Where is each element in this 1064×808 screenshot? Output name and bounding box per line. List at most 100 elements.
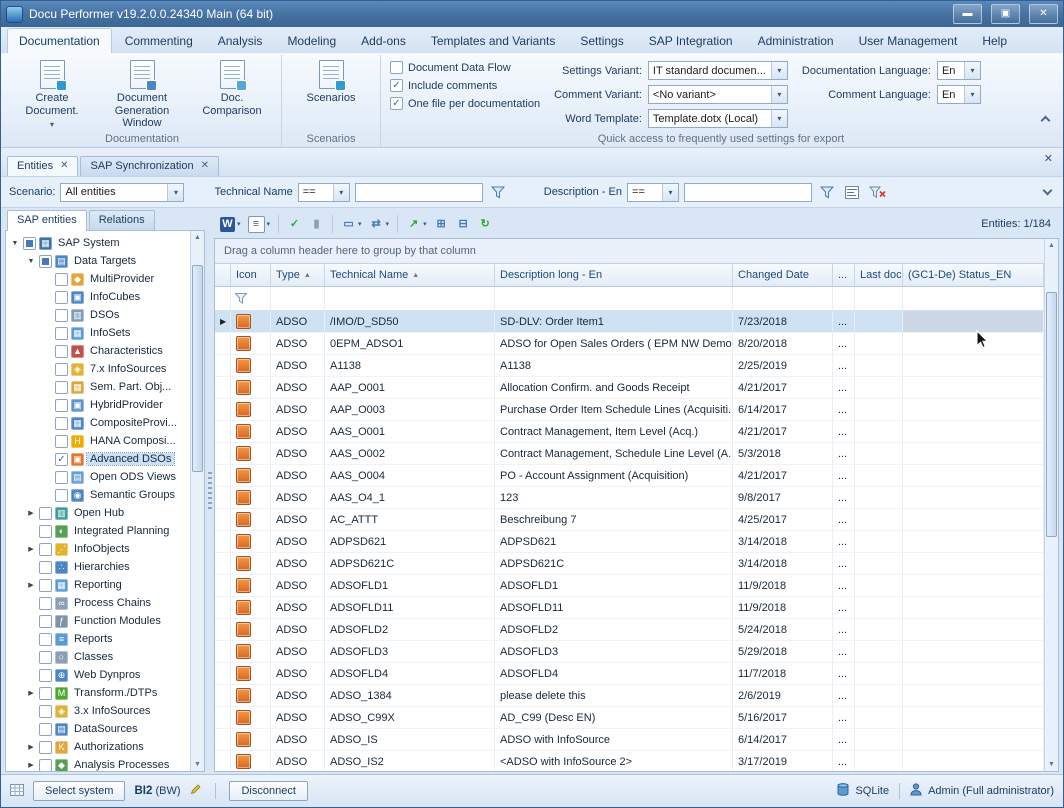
filter-editor-icon[interactable]: [842, 182, 862, 202]
tree-checkbox-unchecked[interactable]: [39, 507, 52, 520]
tree-checkbox-unchecked[interactable]: [39, 723, 52, 736]
checkbox-include-comments[interactable]: ✓Include comments: [390, 79, 540, 92]
tree-checkbox-checked[interactable]: ✓: [55, 453, 68, 466]
doc-comparison-button[interactable]: Doc. Comparison: [188, 56, 276, 131]
scenario-select[interactable]: All entities ▾: [60, 183, 184, 202]
tree-checkbox-unchecked[interactable]: [39, 669, 52, 682]
settings-variant-select[interactable]: IT standard documen...▾: [648, 61, 788, 80]
technical-name-filter-input[interactable]: [355, 183, 483, 202]
table-row-aas-o4-1[interactable]: ADSOAAS_O4_11239/8/2017...: [215, 487, 1044, 509]
checkbox-document-data-flow[interactable]: Document Data Flow: [390, 61, 540, 74]
column-header-icon[interactable]: Icon: [231, 264, 271, 287]
table-row-adsofld4[interactable]: ADSOADSOFLD4ADSOFLD411/7/2018...: [215, 663, 1044, 685]
tree-checkbox-unchecked[interactable]: [39, 615, 52, 628]
disconnect-button[interactable]: Disconnect: [229, 781, 307, 801]
tree-item-hierarchies[interactable]: ∴Hierarchies: [6, 558, 190, 576]
tree-checkbox-unchecked[interactable]: [39, 741, 52, 754]
tree-checkbox-unchecked[interactable]: [55, 273, 68, 286]
tree-checkbox-unchecked[interactable]: [55, 399, 68, 412]
table-row-adso-c99x[interactable]: ADSOADSO_C99XAD_C99 (Desc EN)5/16/2017..…: [215, 707, 1044, 729]
chevron-down-icon[interactable]: ▾: [964, 86, 980, 103]
tree-item-authorizations[interactable]: ▶KAuthorizations: [6, 738, 190, 756]
tree-checkbox-unchecked[interactable]: [39, 525, 52, 538]
tree-checkbox-unchecked[interactable]: [55, 291, 68, 304]
tree-item-process-chains[interactable]: ∞Process Chains: [6, 594, 190, 612]
column-header-status[interactable]: (GC1-De) Status_EN: [903, 264, 1044, 287]
table-row-adso-is[interactable]: ADSOADSO_ISADSO with InfoSource6/14/2017…: [215, 729, 1044, 751]
technical-name-operator-select[interactable]: == ▾: [298, 183, 350, 202]
tree-item-data-targets[interactable]: ▼▤Data Targets: [6, 252, 190, 270]
tree-item-web-dynpros[interactable]: ⊕Web Dynpros: [6, 666, 190, 684]
table-row-adsofld11[interactable]: ADSOADSOFLD11ADSOFLD1111/9/2018...: [215, 597, 1044, 619]
description-funnel-icon[interactable]: [817, 182, 837, 202]
tree-item-multiprovider[interactable]: ◆MultiProvider: [6, 270, 190, 288]
tree-item-integrated-planning[interactable]: ◐Integrated Planning: [6, 522, 190, 540]
export-button[interactable]: ↗▾: [404, 214, 429, 234]
screenshot-button[interactable]: ▭▾: [339, 214, 364, 234]
comment-variant-select[interactable]: <No variant>▾: [648, 85, 788, 104]
scroll-down-icon[interactable]: ▼: [1045, 758, 1058, 771]
column-header-description[interactable]: Description long - En: [495, 264, 733, 287]
select-system-button[interactable]: Select system: [33, 781, 125, 801]
tree-item-open-hub[interactable]: ▶▥Open Hub: [6, 504, 190, 522]
chevron-down-icon[interactable]: ▾: [771, 62, 787, 79]
tree-checkbox-unchecked[interactable]: [39, 687, 52, 700]
edit-system-icon[interactable]: [189, 783, 202, 799]
tree-item-analysis-processes[interactable]: ▶◆Analysis Processes: [6, 756, 190, 771]
tree-checkbox-unchecked[interactable]: [39, 705, 52, 718]
table-row-aas-o001[interactable]: ADSOAAS_O001Contract Management, Item Le…: [215, 421, 1044, 443]
tree-checkbox-unchecked[interactable]: [39, 651, 52, 664]
scrollbar-thumb[interactable]: [1046, 292, 1057, 537]
description-operator-select[interactable]: == ▾: [627, 183, 679, 202]
tree-checkbox-unchecked[interactable]: [55, 417, 68, 430]
tree-checkbox-partial[interactable]: [39, 255, 52, 268]
table-row-aas-o004[interactable]: ADSOAAS_O004PO - Account Assignment (Acq…: [215, 465, 1044, 487]
grid-view-icon[interactable]: [10, 784, 24, 799]
tree-item-characteristics[interactable]: ▲Characteristics: [6, 342, 190, 360]
ribbon-tab-templates-and-variants[interactable]: Templates and Variants: [419, 28, 568, 53]
tree-item-sem-part-obj[interactable]: ▦Sem. Part. Obj...: [6, 378, 190, 396]
table-row-ac-attt[interactable]: ADSOAC_ATTTBeschreibung 74/25/2017...: [215, 509, 1044, 531]
expand-icon[interactable]: ▶: [26, 545, 36, 553]
ribbon-tab-settings[interactable]: Settings: [568, 28, 635, 53]
expand-icon[interactable]: ▶: [26, 509, 36, 517]
expand-icon[interactable]: ▶: [26, 581, 36, 589]
tree-item-dsos[interactable]: ▥DSOs: [6, 306, 190, 324]
document-tab-sap-synchronization[interactable]: SAP Synchronization✕: [80, 156, 219, 176]
column-header-changed-date[interactable]: Changed Date: [733, 264, 833, 287]
chevron-down-icon[interactable]: ▾: [333, 184, 349, 201]
ribbon-tab-user-management[interactable]: User Management: [847, 28, 970, 53]
maximize-button[interactable]: ▣: [991, 4, 1020, 24]
tree-item-infocubes[interactable]: ▣InfoCubes: [6, 288, 190, 306]
word-template-select[interactable]: Template.dotx (Local)▾: [648, 109, 788, 128]
scrollbar-thumb[interactable]: [192, 265, 203, 473]
filter-bar-collapse-chevron[interactable]: [1041, 185, 1055, 199]
tree-checkbox-unchecked[interactable]: [39, 633, 52, 646]
clear-filter-icon[interactable]: [867, 182, 887, 202]
tree-item-infosets[interactable]: ▦InfoSets: [6, 324, 190, 342]
tree-item-infoobjects[interactable]: ▶⋰InfoObjects: [6, 540, 190, 558]
ribbon-tab-help[interactable]: Help: [970, 28, 1019, 53]
ribbon-tab-administration[interactable]: Administration: [746, 28, 846, 53]
tree-checkbox-unchecked[interactable]: [39, 759, 52, 772]
table-row-adso-is2[interactable]: ADSOADSO_IS2<ADSO with InfoSource 2>3/17…: [215, 751, 1044, 771]
tree-scrollbar[interactable]: ▲ ▼: [190, 231, 204, 771]
expand-icon[interactable]: ▶: [26, 689, 36, 697]
screen-compare-button[interactable]: ⇄▾: [367, 214, 392, 234]
tree-item-hybridprovider[interactable]: ▣HybridProvider: [6, 396, 190, 414]
tree-item-function-modules[interactable]: ƒFunction Modules: [6, 612, 190, 630]
tree-item-compositeprovi[interactable]: ▦CompositeProvi...: [6, 414, 190, 432]
checkbox-unchecked-icon[interactable]: [390, 61, 403, 74]
ribbon-tab-analysis[interactable]: Analysis: [206, 28, 275, 53]
chevron-down-icon[interactable]: ▾: [964, 62, 980, 79]
table-row-adsofld3[interactable]: ADSOADSOFLD3ADSOFLD35/29/2018...: [215, 641, 1044, 663]
close-tab-strip-icon[interactable]: ✕: [1044, 154, 1053, 165]
tree-item-advanced-dsos[interactable]: ✓▣Advanced DSOs: [6, 450, 190, 468]
tree-item-reports[interactable]: ≡Reports: [6, 630, 190, 648]
tree-checkbox-unchecked[interactable]: [55, 381, 68, 394]
tree-checkbox-unchecked[interactable]: [55, 363, 68, 376]
scroll-up-icon[interactable]: ▲: [191, 231, 204, 244]
left-tab-relations[interactable]: Relations: [89, 210, 155, 230]
tree-item-semantic-groups[interactable]: ◉Semantic Groups: [6, 486, 190, 504]
word-export-button[interactable]: W▾: [218, 214, 243, 234]
